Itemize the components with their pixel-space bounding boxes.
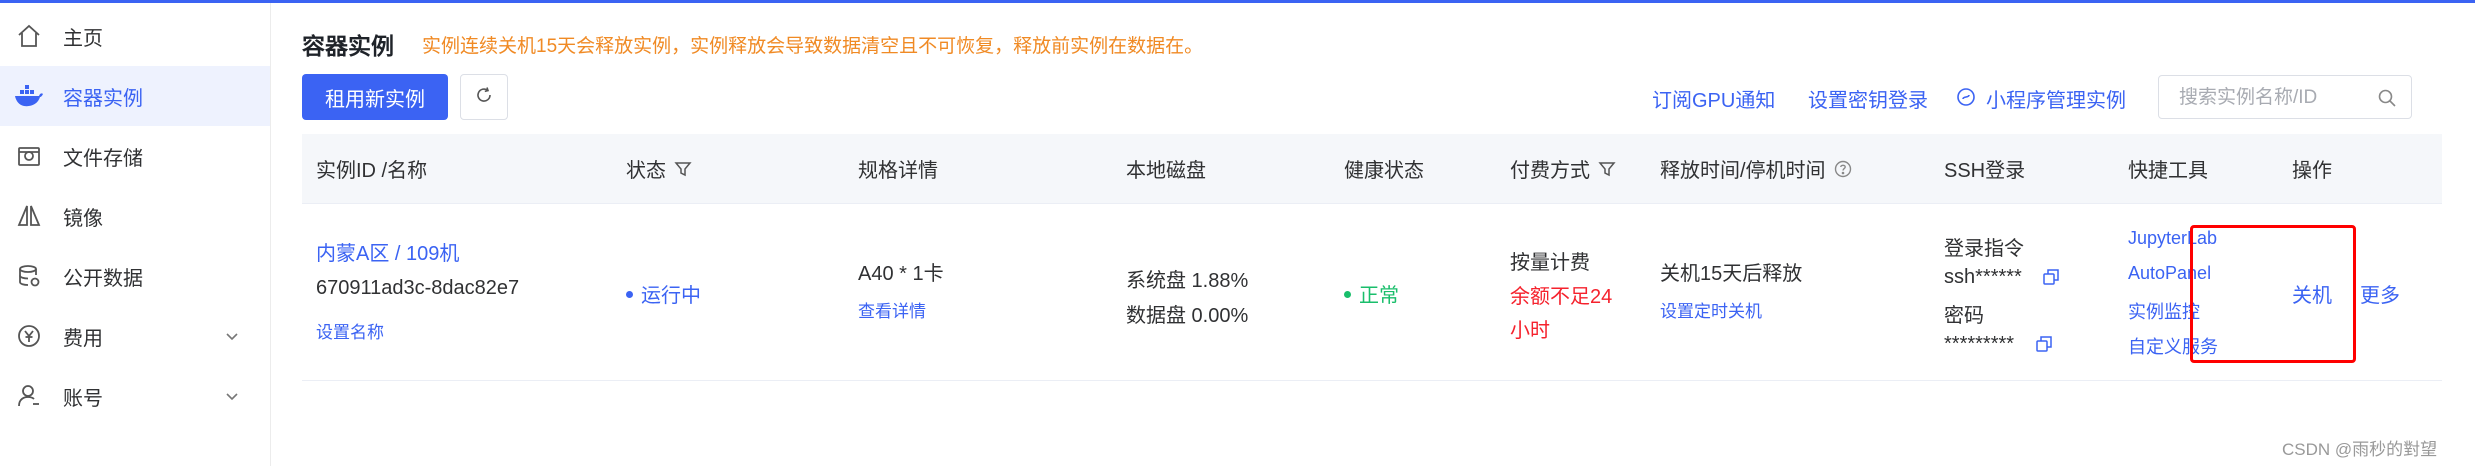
- copy-icon[interactable]: [2035, 335, 2053, 353]
- ssh-command-value: ssh******: [1944, 266, 2022, 288]
- col-header-spec: 规格详情: [858, 160, 938, 182]
- set-name-link[interactable]: 设置名称: [316, 318, 384, 343]
- home-icon: [14, 21, 44, 51]
- more-link[interactable]: 更多: [2360, 279, 2400, 308]
- health-status: 正常: [1344, 279, 1399, 308]
- chevron-down-icon: [224, 388, 240, 404]
- filter-icon[interactable]: [1598, 160, 1616, 178]
- sidebar-item-public-data[interactable]: 公开数据: [0, 246, 270, 306]
- set-key-login-link[interactable]: 设置密钥登录: [1808, 84, 1928, 113]
- sidebar-item-label: 文件存储: [63, 147, 143, 170]
- col-header-label: 释放时间/停机时间: [1660, 160, 1826, 182]
- sidebar-item-label: 公开数据: [63, 267, 143, 290]
- sidebar-item-instances[interactable]: 容器实例: [0, 66, 270, 126]
- health-label: 正常: [1359, 285, 1399, 307]
- col-header-tools: 快捷工具: [2128, 160, 2208, 182]
- search-icon[interactable]: [2377, 88, 2397, 108]
- sidebar-item-label: 镜像: [63, 207, 103, 230]
- table-row: 内蒙A区 / 109机 670911ad3c-8dac82e7 设置名称 运行中…: [302, 204, 2442, 381]
- mirror-icon: [14, 201, 44, 231]
- release-time: 关机15天后释放: [1660, 263, 1803, 285]
- table-header: 实例ID /名称 状态 规格详情 本地磁盘 健康状态 付费方式 释放时间/停机时…: [302, 134, 2442, 204]
- sidebar-item-images[interactable]: 镜像: [0, 186, 270, 246]
- balance-warning-line1: 余额不足24: [1510, 286, 1613, 308]
- password-value: *********: [1944, 333, 2015, 355]
- rent-new-instance-button[interactable]: 租用新实例: [302, 74, 448, 120]
- col-header-billing: 付费方式: [1510, 134, 1616, 203]
- sidebar-item-home[interactable]: 主页: [0, 6, 270, 66]
- sidebar-item-label: 费用: [63, 327, 103, 350]
- balance-warning-line2: 小时: [1510, 320, 1550, 342]
- sidebar-item-label: 账号: [63, 387, 103, 410]
- health-dot: [1344, 291, 1351, 299]
- instance-region-link[interactable]: 内蒙A区 / 109机: [316, 237, 459, 266]
- billing-type: 按量计费: [1510, 252, 1590, 274]
- col-header-release: 释放时间/停机时间: [1660, 134, 1852, 203]
- copy-icon[interactable]: [2042, 268, 2060, 286]
- chevron-down-icon: [224, 328, 240, 344]
- ssh-highlight-box: [2190, 225, 2356, 363]
- instance-id: 670911ad3c-8dac82e7: [316, 277, 520, 299]
- set-timed-shutdown-link[interactable]: 设置定时关机: [1660, 297, 1762, 322]
- view-spec-detail-link[interactable]: 查看详情: [858, 297, 926, 322]
- col-header-status: 状态: [626, 134, 692, 203]
- search-box: [2158, 75, 2412, 119]
- sidebar-item-file-storage[interactable]: 文件存储: [0, 126, 270, 186]
- page-title: 容器实例: [302, 33, 394, 59]
- refresh-button[interactable]: [460, 74, 508, 120]
- miniprogram-manage-link[interactable]: 小程序管理实例: [1986, 84, 2126, 113]
- ssh-command-label: 登录指令: [1944, 238, 2024, 260]
- watermark: CSDN @雨秒的對望: [2282, 440, 2438, 459]
- sidebar-item-billing[interactable]: 费用: [0, 306, 270, 366]
- release-notice: 实例连续关机15天会释放实例，实例释放会导致数据清空且不可恢复，释放前实例在数据…: [422, 36, 1204, 57]
- system-disk-usage: 系统盘 1.88%: [1126, 270, 1249, 292]
- password-label: 密码: [1944, 305, 1984, 327]
- sidebar: 主页 容器实例 文件存储 镜像 公开数据 费用 账号: [0, 3, 271, 466]
- main-content: 容器实例 实例连续关机15天会释放实例，实例释放会导致数据清空且不可恢复，释放前…: [272, 3, 2475, 466]
- col-header-id-name: 实例ID /名称: [316, 160, 428, 182]
- data-disk-usage: 数据盘 0.00%: [1126, 305, 1249, 327]
- spec-value: A40 * 1卡: [858, 263, 944, 285]
- miniprogram-icon: [1956, 87, 1976, 107]
- status-label: 运行中: [641, 285, 701, 307]
- status-dot: [626, 291, 633, 299]
- refresh-icon: [475, 86, 493, 109]
- storage-icon: [14, 141, 44, 171]
- subscribe-gpu-link[interactable]: 订阅GPU通知: [1652, 84, 1775, 113]
- search-input[interactable]: [2177, 84, 2371, 112]
- col-header-ssh: SSH登录: [1944, 160, 2026, 182]
- docker-whale-icon: [14, 81, 44, 111]
- yen-icon: [14, 321, 44, 351]
- status-running: 运行中: [626, 279, 701, 308]
- sidebar-item-label: 容器实例: [63, 87, 143, 110]
- sidebar-item-account[interactable]: 账号: [0, 366, 270, 426]
- col-header-disk: 本地磁盘: [1126, 160, 1206, 182]
- col-header-health: 健康状态: [1344, 160, 1424, 182]
- col-header-label: 状态: [626, 160, 666, 182]
- database-icon: [14, 261, 44, 291]
- user-icon: [14, 381, 44, 411]
- col-header-label: 付费方式: [1510, 160, 1590, 182]
- sidebar-item-label: 主页: [63, 27, 103, 50]
- col-header-actions: 操作: [2292, 160, 2332, 182]
- filter-icon[interactable]: [674, 160, 692, 178]
- help-icon[interactable]: [1834, 160, 1852, 178]
